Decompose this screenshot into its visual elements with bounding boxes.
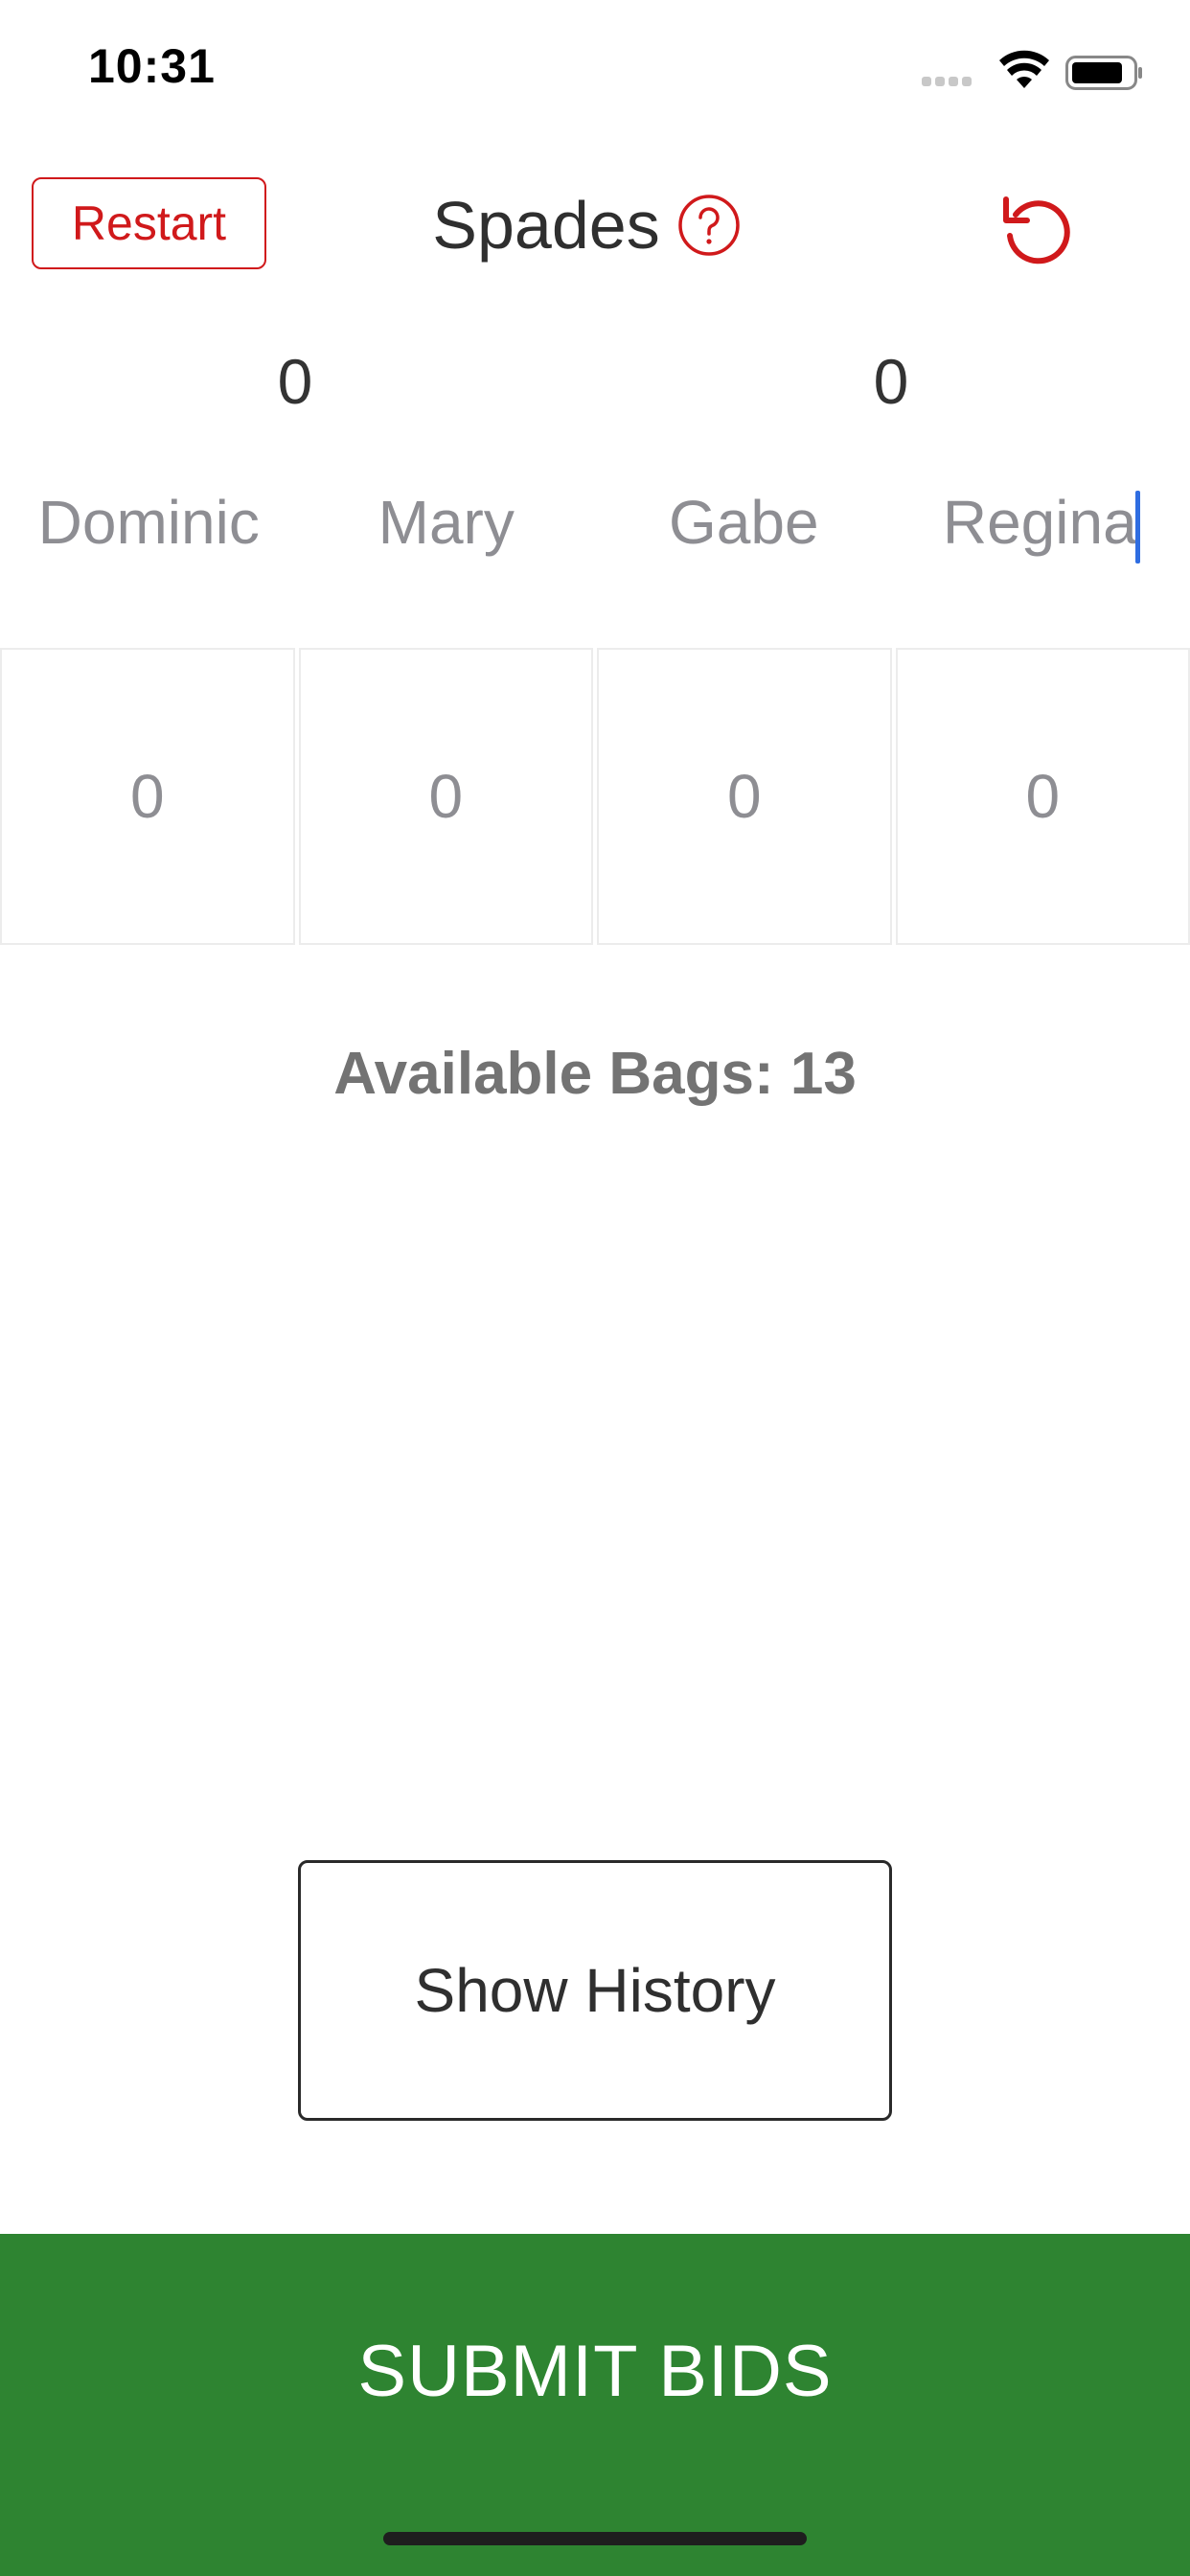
submit-bids-label: SUBMIT BIDS: [357, 2331, 833, 2412]
text-cursor: [1134, 491, 1140, 564]
bid-input[interactable]: 0: [0, 648, 295, 945]
player-name-field[interactable]: Mary: [298, 479, 596, 565]
player-name-text: Regina: [942, 488, 1137, 557]
bid-input[interactable]: 0: [298, 648, 593, 945]
wifi-icon: [999, 50, 1049, 88]
question-circle-icon[interactable]: [677, 194, 741, 257]
player-name-text: Gabe: [668, 488, 819, 557]
player-name-text: Mary: [378, 488, 515, 557]
undo-icon[interactable]: [998, 192, 1075, 268]
show-history-button[interactable]: Show History: [298, 1860, 892, 2121]
status-bar: 10:31: [0, 0, 1190, 144]
submit-bids-button[interactable]: SUBMIT BIDS: [0, 2234, 1190, 2576]
team-score-1: 0: [277, 346, 313, 417]
battery-icon: [1065, 56, 1142, 90]
home-indicator[interactable]: [383, 2532, 807, 2545]
status-time: 10:31: [88, 39, 216, 93]
player-name-field[interactable]: Dominic: [0, 479, 298, 565]
cellular-signal-icon: [922, 74, 975, 91]
page-title: Spades: [432, 188, 660, 263]
player-name-field[interactable]: Gabe: [595, 479, 893, 565]
team-score-2: 0: [873, 346, 909, 417]
bid-input[interactable]: 0: [597, 648, 892, 945]
player-names-row: Dominic Mary Gabe Regina: [0, 479, 1190, 565]
bid-input[interactable]: 0: [895, 648, 1190, 945]
player-name-field-active[interactable]: Regina: [893, 479, 1190, 565]
restart-button[interactable]: Restart: [32, 177, 266, 269]
available-bags-label: Available Bags: 13: [333, 1041, 857, 1107]
bid-grid: 0 0 0 0: [0, 648, 1190, 945]
player-name-text: Dominic: [37, 488, 260, 557]
